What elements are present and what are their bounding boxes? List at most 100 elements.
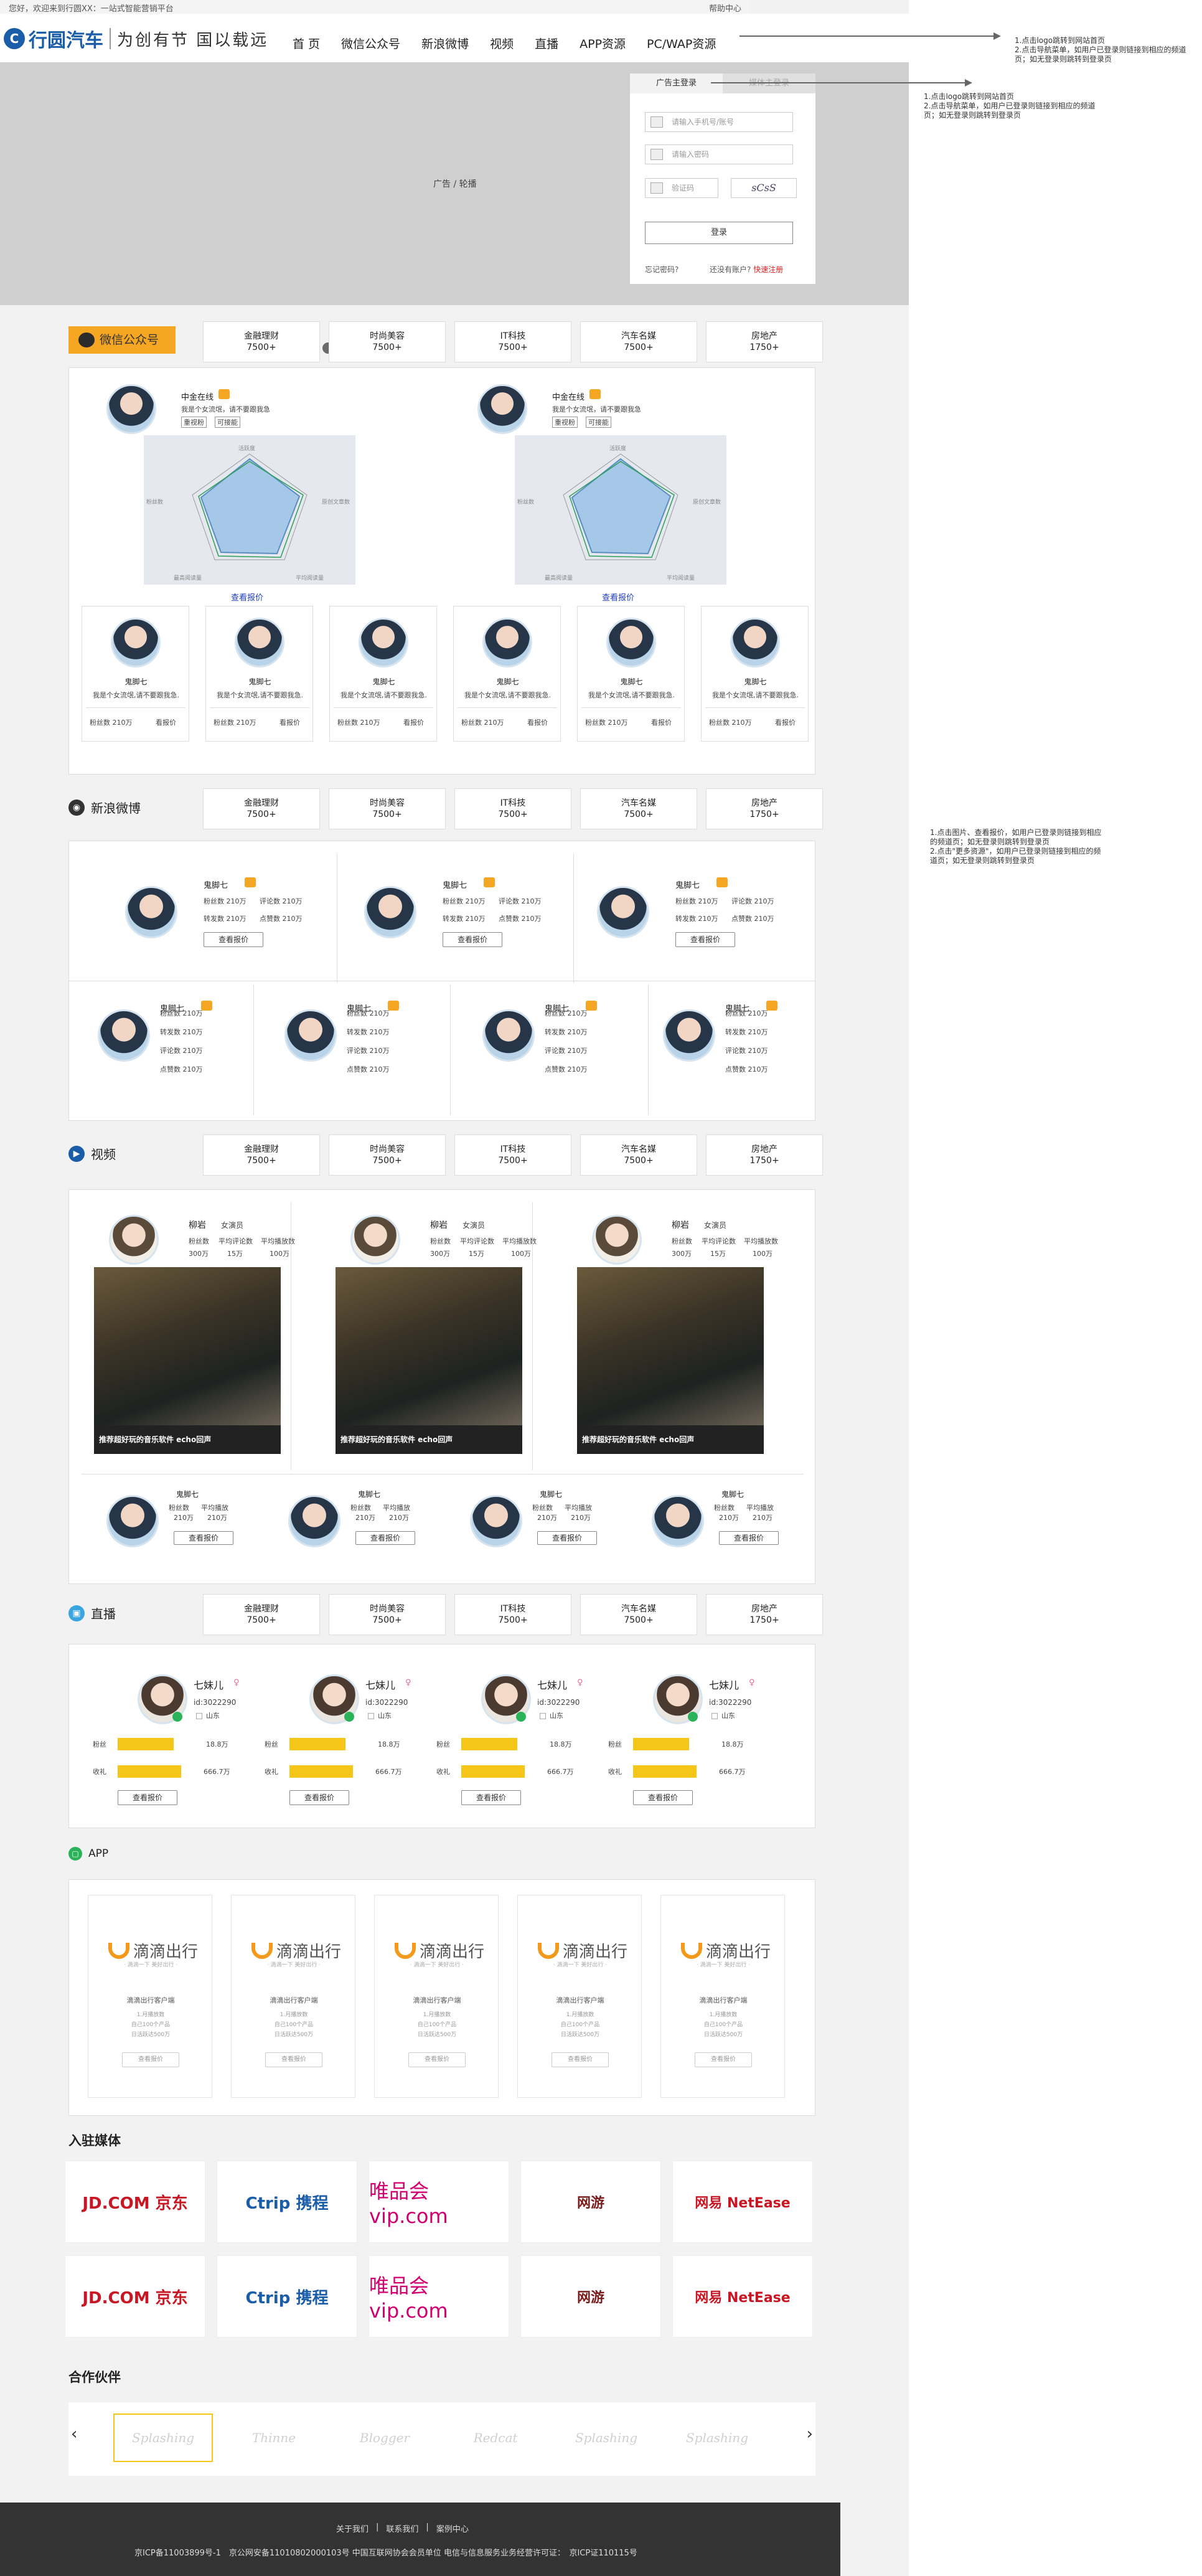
nav-pcwap[interactable]: PC/WAP资源 <box>647 35 716 52</box>
partner-logo[interactable]: Splashing <box>556 2413 656 2462</box>
site-logo[interactable]: C 行圆汽车 为创有节 国以载远 <box>4 25 268 52</box>
category-card[interactable]: 时尚美容 7500+ <box>329 788 446 829</box>
account-name[interactable]: 鬼脚七 <box>176 1489 199 1499</box>
streamer-name[interactable]: 七妹儿 <box>194 1677 223 1692</box>
category-card[interactable]: 金融理财 7500+ <box>203 1135 320 1176</box>
phone-input[interactable]: 请输入手机号/账号 <box>645 112 793 132</box>
video-thumbnail[interactable]: 推荐超好玩的音乐软件 echo回声 <box>336 1267 522 1454</box>
view-price-button[interactable]: 查看报价 <box>633 1790 693 1805</box>
avatar[interactable] <box>125 886 177 938</box>
help-center-link[interactable]: 帮助中心 <box>709 2 741 14</box>
media-logo[interactable]: 网游 <box>520 2255 661 2338</box>
streamer-name[interactable]: 七妹儿 <box>537 1677 567 1692</box>
account-name[interactable]: 鬼脚七 <box>358 1489 380 1499</box>
footer-link-cases[interactable]: 案例中心 <box>436 2522 469 2534</box>
avatar[interactable] <box>470 1495 522 1547</box>
view-price-button[interactable]: 查看报价 <box>537 1531 597 1545</box>
media-logo[interactable]: 唯品会 vip.com <box>369 2255 509 2338</box>
avatar[interactable] <box>652 1495 704 1547</box>
wechat-account-card[interactable]: 鬼脚七 我是个女流氓,请不要跟我急. 粉丝数 210万 看报价 <box>205 606 313 742</box>
password-input[interactable]: 请输入密码 <box>645 144 793 164</box>
view-price-button[interactable]: 看报价 <box>527 717 548 727</box>
partner-logo[interactable]: Splashing <box>667 2413 767 2462</box>
category-card[interactable]: 时尚美容 7500+ <box>329 321 446 362</box>
account-name[interactable]: 鬼脚七 <box>204 879 228 890</box>
view-price-link[interactable]: 查看报价 <box>602 591 634 603</box>
nav-home[interactable]: 首 页 <box>293 35 320 52</box>
video-thumbnail[interactable]: 推荐超好玩的音乐软件 echo回声 <box>94 1267 281 1454</box>
category-card[interactable]: 汽车名媒 7500+ <box>580 321 697 362</box>
partner-logo[interactable]: Redcat <box>446 2413 545 2462</box>
wechat-account-card[interactable]: 鬼脚七 我是个女流氓,请不要跟我急. 粉丝数 210万 看报价 <box>701 606 809 742</box>
media-logo[interactable]: Ctrip 携程 <box>217 2161 357 2243</box>
view-price-link[interactable]: 查看报价 <box>231 591 263 603</box>
wechat-account-card[interactable]: 鬼脚七 我是个女流氓,请不要跟我急. 粉丝数 210万 看报价 <box>577 606 685 742</box>
view-price-button[interactable]: 查看报价 <box>122 2052 179 2067</box>
category-card[interactable]: 房地产 1750+ <box>706 1594 823 1635</box>
weibo-title[interactable]: ◉ 新浪微博 <box>68 798 141 816</box>
category-card[interactable]: 房地产 1750+ <box>706 1135 823 1176</box>
nav-wechat[interactable]: 微信公众号 <box>341 35 400 52</box>
category-card[interactable]: 房地产 1750+ <box>706 321 823 362</box>
wechat-account-card[interactable]: 鬼脚七 我是个女流氓,请不要跟我急. 粉丝数 210万 看报价 <box>453 606 561 742</box>
avatar[interactable] <box>592 1215 642 1265</box>
view-price-button[interactable]: 查看报价 <box>695 2052 752 2067</box>
tab-media-login[interactable]: 媒体主登录 <box>723 73 815 93</box>
live-title[interactable]: ▣ 直播 <box>68 1604 116 1622</box>
nav-app[interactable]: APP资源 <box>580 35 626 52</box>
view-price-button[interactable]: 查看报价 <box>675 932 735 947</box>
category-card[interactable]: 金融理财 7500+ <box>203 788 320 829</box>
streamer-name[interactable]: 七妹儿 <box>365 1677 395 1692</box>
view-price-button[interactable]: 查看报价 <box>265 2052 322 2067</box>
wechat-account-card[interactable]: 鬼脚七 我是个女流氓,请不要跟我急. 粉丝数 210万 看报价 <box>329 606 437 742</box>
category-card[interactable]: 金融理财 7500+ <box>203 1594 320 1635</box>
account-name[interactable]: 鬼脚七 <box>443 879 467 890</box>
category-card[interactable]: 时尚美容 7500+ <box>329 1594 446 1635</box>
view-price-button[interactable]: 查看报价 <box>461 1790 521 1805</box>
media-logo[interactable]: 网游 <box>520 2161 661 2243</box>
account-name[interactable]: 中金在线 <box>181 390 214 402</box>
account-name[interactable]: 鬼脚七 <box>540 1489 562 1499</box>
view-price-button[interactable]: 查看报价 <box>289 1790 349 1805</box>
nav-weibo[interactable]: 新浪微博 <box>421 35 469 52</box>
avatar[interactable] <box>477 384 527 434</box>
category-card[interactable]: 汽车名媒 7500+ <box>580 788 697 829</box>
media-logo[interactable]: Ctrip 携程 <box>217 2255 357 2338</box>
app-card[interactable]: 滴滴出行 · 滴滴一下 美好出行 · 滴滴出行客户端 1.月播放数 自己100个产品 日活… <box>374 1895 499 2098</box>
avatar[interactable] <box>109 1215 159 1265</box>
account-name[interactable]: 中金在线 <box>552 390 585 402</box>
category-card[interactable]: 金融理财 7500+ <box>203 321 320 362</box>
view-price-button[interactable]: 查看报价 <box>552 2052 609 2067</box>
avatar[interactable] <box>106 384 156 434</box>
video-title[interactable]: ▶ 视频 <box>68 1144 116 1163</box>
login-button[interactable]: 登录 <box>645 222 793 244</box>
streamer-name[interactable]: 七妹儿 <box>709 1677 739 1692</box>
media-logo[interactable]: 网易 NetEase <box>672 2255 813 2338</box>
chevron-right-icon[interactable]: › <box>807 2425 813 2443</box>
video-thumbnail[interactable]: 推荐超好玩的音乐软件 echo回声 <box>577 1267 764 1454</box>
footer-link-contact[interactable]: 联系我们 <box>386 2522 418 2534</box>
partner-logo[interactable]: Splashing <box>113 2413 213 2462</box>
category-card[interactable]: 汽车名媒 7500+ <box>580 1594 697 1635</box>
nav-live[interactable]: 直播 <box>535 35 558 52</box>
view-price-button[interactable]: 看报价 <box>775 717 796 727</box>
avatar[interactable] <box>288 1495 340 1547</box>
star-name[interactable]: 柳岩 <box>672 1219 689 1231</box>
partner-logo[interactable]: Blogger <box>335 2413 434 2462</box>
view-price-button[interactable]: 查看报价 <box>719 1531 779 1545</box>
app-card[interactable]: 滴滴出行 · 滴滴一下 美好出行 · 滴滴出行客户端 1.月播放数 自己100个产品 日活… <box>231 1895 355 2098</box>
avatar[interactable] <box>106 1495 159 1547</box>
view-price-button[interactable]: 查看报价 <box>408 2052 466 2067</box>
chevron-left-icon[interactable]: ‹ <box>71 2425 77 2443</box>
app-card[interactable]: 滴滴出行 · 滴滴一下 美好出行 · 滴滴出行客户端 1.月播放数 自己100个产品 日活… <box>660 1895 785 2098</box>
app-card[interactable]: 滴滴出行 · 滴滴一下 美好出行 · 滴滴出行客户端 1.月播放数 自己100个产品 日活… <box>517 1895 642 2098</box>
app-card[interactable]: 滴滴出行 · 滴滴一下 美好出行 · 滴滴出行客户端 1.月播放数 自己100个产品 日活… <box>88 1895 212 2098</box>
view-price-button[interactable]: 查看报价 <box>443 932 502 947</box>
wechat-account-card[interactable]: 鬼脚七 我是个女流氓,请不要跟我急. 粉丝数 210万 看报价 <box>82 606 189 742</box>
view-price-button[interactable]: 查看报价 <box>204 932 263 947</box>
view-price-button[interactable]: 查看报价 <box>355 1531 415 1545</box>
media-logo[interactable]: 网易 NetEase <box>672 2161 813 2243</box>
view-price-button[interactable]: 看报价 <box>403 717 424 727</box>
register-link[interactable]: 快速注册 <box>753 265 783 274</box>
nav-video[interactable]: 视频 <box>490 35 514 52</box>
